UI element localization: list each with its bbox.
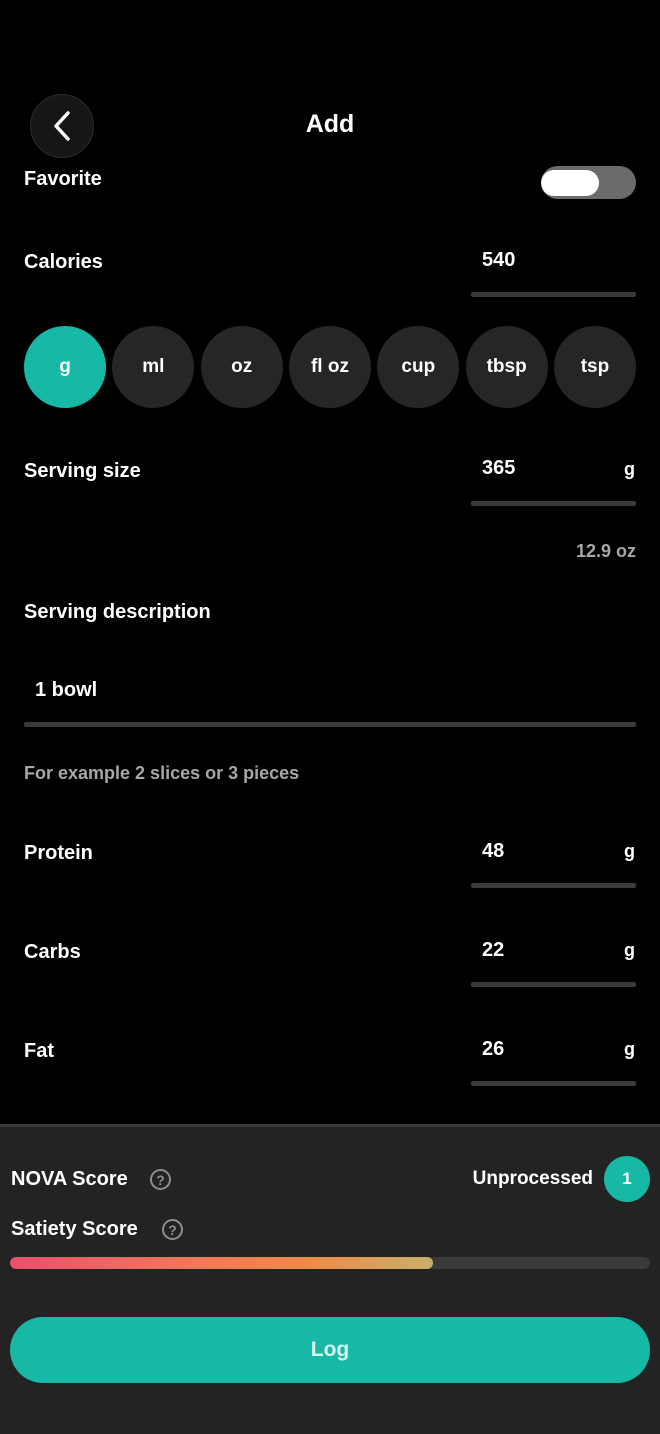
calories-input[interactable]: 540: [482, 249, 515, 272]
serving-description-label: Serving description: [24, 601, 211, 623]
satiety-help-icon[interactable]: ?: [162, 1219, 183, 1240]
fat-unit: g: [624, 1039, 635, 1059]
unit-option-ml[interactable]: ml: [112, 326, 195, 408]
serving-size-unit: g: [624, 459, 635, 479]
satiety-bar: [10, 1257, 650, 1269]
serving-description-underline: [24, 722, 636, 727]
unit-option-tsp[interactable]: tsp: [553, 326, 636, 408]
carbs-underline: [471, 982, 636, 987]
protein-unit: g: [624, 841, 635, 861]
unit-option-g[interactable]: g: [24, 326, 106, 408]
fat-input[interactable]: 26: [482, 1038, 504, 1061]
carbs-label: Carbs: [24, 941, 81, 963]
nova-score-badge: 1: [604, 1156, 650, 1202]
carbs-unit: g: [624, 940, 635, 960]
favorite-toggle[interactable]: [541, 166, 636, 199]
calories-label: Calories: [24, 251, 103, 273]
serving-size-underline: [471, 501, 636, 506]
fat-label: Fat: [24, 1040, 54, 1062]
toggle-knob: [541, 170, 599, 196]
protein-label: Protein: [24, 842, 93, 864]
serving-size-converted: 12.9 oz: [575, 541, 636, 561]
satiety-bar-fill: [10, 1257, 434, 1269]
serving-description-hint: For example 2 slices or 3 pieces: [24, 763, 300, 783]
protein-input[interactable]: 48: [482, 840, 504, 863]
unit-selector: g ml oz fl oz cup tbsp tsp: [24, 326, 636, 408]
serving-size-input[interactable]: 365: [482, 457, 515, 480]
nova-help-icon[interactable]: ?: [150, 1169, 171, 1190]
calories-underline: [471, 292, 636, 297]
unit-option-tbsp[interactable]: tbsp: [465, 326, 548, 408]
favorite-label: Favorite: [24, 168, 102, 190]
nova-score-label: NOVA Score: [11, 1168, 128, 1190]
fat-underline: [471, 1081, 636, 1086]
log-button[interactable]: Log: [10, 1317, 650, 1383]
serving-size-label: Serving size: [24, 460, 141, 482]
serving-description-input[interactable]: 1 bowl: [35, 679, 97, 702]
page-title: Add: [305, 110, 355, 138]
unit-option-oz[interactable]: oz: [200, 326, 283, 408]
unit-option-fl-oz[interactable]: fl oz: [288, 326, 371, 408]
unit-option-cup[interactable]: cup: [377, 326, 460, 408]
carbs-input[interactable]: 22: [482, 939, 504, 962]
protein-underline: [471, 883, 636, 888]
satiety-score-label: Satiety Score: [11, 1218, 138, 1240]
nova-status: Unprocessed: [472, 1168, 593, 1189]
